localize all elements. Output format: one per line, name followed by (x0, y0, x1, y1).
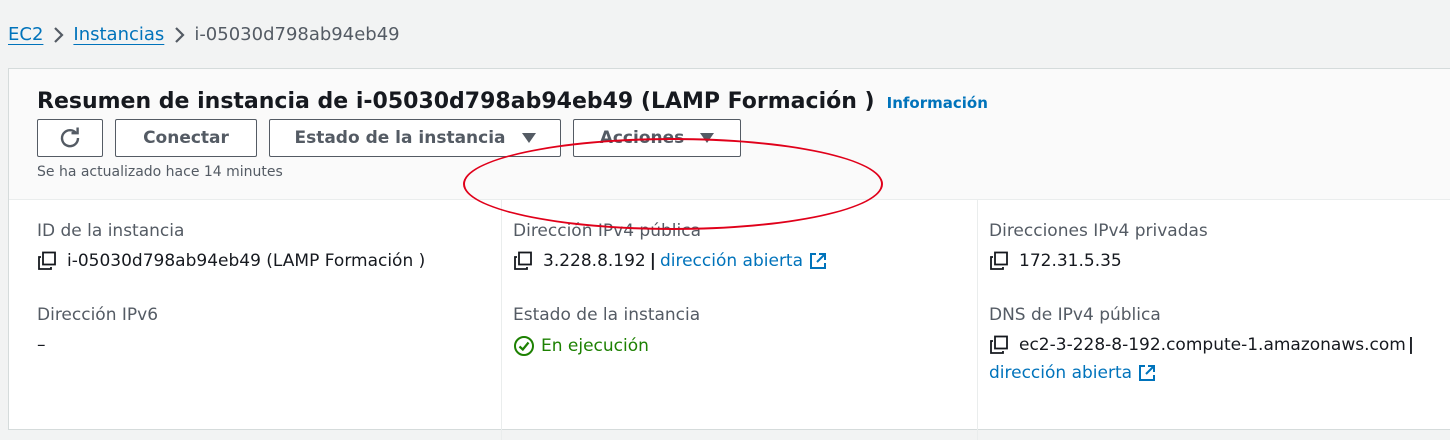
public-ipv4-value: 3.228.8.192 (543, 251, 646, 271)
check-circle-icon (514, 336, 534, 356)
copy-icon[interactable] (37, 251, 57, 271)
public-dns-value: ec2-3-228-8-192.compute-1.amazonaws.com (1019, 335, 1406, 355)
actions-dropdown[interactable]: Acciones (573, 119, 741, 157)
breadcrumb-link-ec2[interactable]: EC2 (8, 24, 43, 45)
refresh-button[interactable] (37, 119, 103, 157)
copy-icon[interactable] (513, 251, 533, 271)
ipv6-label: Dirección IPv6 (37, 305, 159, 325)
public-dns-field: DNS de IPv4 pública ec2-3-228-8-192.comp… (989, 305, 1414, 383)
external-link-icon[interactable] (809, 252, 827, 270)
value-separator: | (649, 251, 656, 271)
instance-state-value-row: En ejecución (513, 335, 700, 357)
private-ipv4-label: Direcciones IPv4 privadas (989, 221, 1208, 241)
copy-icon[interactable] (989, 251, 1009, 271)
chevron-right-icon (43, 24, 73, 45)
column-divider (977, 200, 978, 440)
private-ipv4-value-row: 172.31.5.35 (989, 251, 1208, 271)
title-row: Resumen de instancia de i-05030d798ab94e… (37, 89, 988, 114)
copy-icon[interactable] (989, 335, 1009, 355)
public-ipv4-label: Dirección IPv4 pública (513, 221, 701, 241)
breadcrumb-current: i-05030d798ab94eb49 (194, 24, 400, 45)
breadcrumb-link-instancias[interactable]: Instancias (73, 24, 164, 45)
instance-state-dropdown[interactable]: Estado de la instancia (269, 119, 561, 157)
public-dns-label: DNS de IPv4 pública (989, 305, 1161, 325)
chevron-right-icon (164, 24, 194, 45)
instance-state-field: Estado de la instancia En ejecución (513, 305, 700, 357)
instance-id-value-row: i-05030d798ab94eb49 (LAMP Formación ) (37, 251, 425, 271)
ipv6-field: Dirección IPv6 – (37, 305, 158, 355)
column-divider (501, 200, 502, 440)
instance-state-value: En ejecución (541, 336, 649, 356)
public-dns-open-link[interactable]: dirección abierta (989, 363, 1132, 383)
instance-id-field: ID de la instancia i-05030d798ab94eb49 (… (37, 221, 425, 271)
public-ipv4-field: Dirección IPv4 pública 3.228.8.192 | dir… (513, 221, 827, 271)
caret-down-icon (521, 133, 536, 143)
ipv6-value: – (37, 335, 46, 355)
last-updated-text: Se ha actualizado hace 14 minutes (37, 164, 283, 180)
actions-dropdown-label: Acciones (599, 128, 685, 148)
action-buttons: Conectar Estado de la instancia Acciones (37, 119, 753, 157)
private-ipv4-field: Direcciones IPv4 privadas 172.31.5.35 (989, 221, 1208, 271)
public-dns-value-row: ec2-3-228-8-192.compute-1.amazonaws.com … (989, 335, 1414, 355)
caret-down-icon (700, 133, 715, 143)
info-link[interactable]: Información (887, 94, 988, 112)
instance-id-value: i-05030d798ab94eb49 (LAMP Formación ) (67, 251, 426, 271)
external-link-icon[interactable] (1138, 364, 1156, 382)
public-ipv4-open-link[interactable]: dirección abierta (660, 251, 803, 271)
instance-state-dropdown-label: Estado de la instancia (294, 128, 506, 148)
value-separator: | (1407, 335, 1415, 355)
private-ipv4-value: 172.31.5.35 (1019, 251, 1122, 271)
instance-summary-panel: Resumen de instancia de i-05030d798ab94e… (8, 68, 1450, 440)
refresh-icon (60, 127, 80, 148)
breadcrumb: EC2 Instancias i-05030d798ab94eb49 (8, 24, 400, 45)
public-ipv4-value-row: 3.228.8.192 | dirección abierta (513, 251, 827, 271)
public-dns-link-row: dirección abierta (989, 363, 1414, 383)
panel-header: Resumen de instancia de i-05030d798ab94e… (9, 69, 1450, 200)
instance-state-label: Estado de la instancia (513, 305, 701, 325)
page-title: Resumen de instancia de i-05030d798ab94e… (37, 89, 875, 114)
connect-button[interactable]: Conectar (115, 119, 257, 157)
instance-id-label: ID de la instancia (37, 221, 185, 241)
